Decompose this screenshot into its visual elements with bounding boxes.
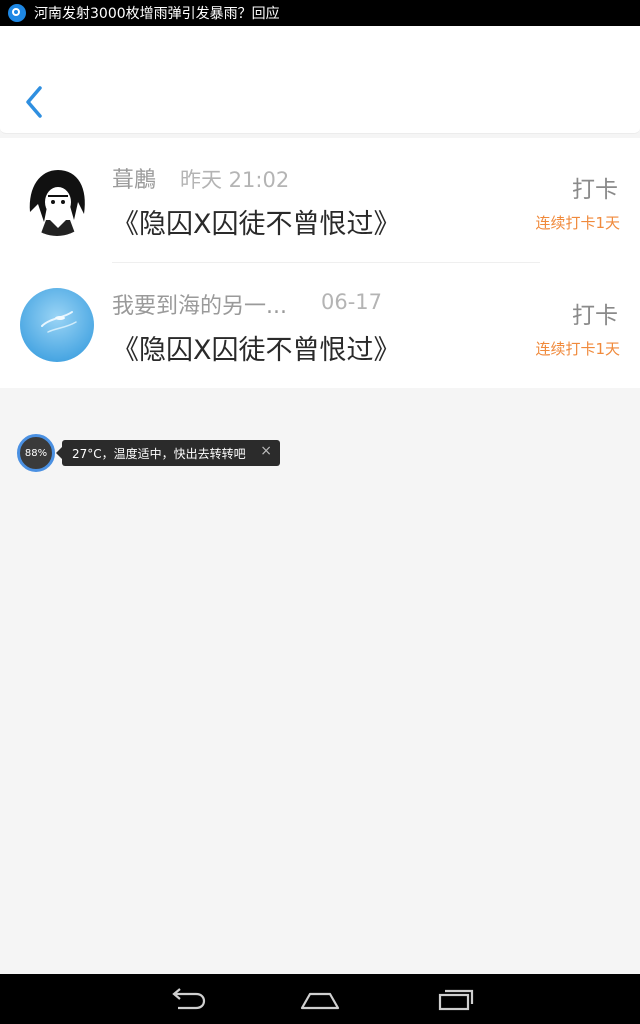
book-title[interactable]: 《隐囚X囚徒不曾恨过》 [112, 202, 401, 241]
user-name[interactable]: 我要到海的另一... [112, 288, 287, 320]
nav-back-button[interactable] [164, 984, 208, 1014]
weather-tip-text: 27°C，温度适中，快出去转转吧 [72, 446, 246, 461]
streak-text: 连续打卡1天 [535, 340, 620, 358]
post-time: 昨天 21:02 [180, 168, 290, 192]
user-name[interactable]: 葺鶶 [112, 162, 156, 194]
book-title[interactable]: 《隐囚X囚徒不曾恨过》 [112, 328, 401, 367]
avatar[interactable] [20, 288, 94, 362]
list-item[interactable]: 我要到海的另一... 06-17 《隐囚X囚徒不曾恨过》 打卡 连续打卡1天 [0, 264, 640, 388]
anime-girl-avatar [20, 162, 94, 236]
nav-home-button[interactable] [298, 984, 342, 1014]
battery-widget[interactable]: 88% [17, 434, 55, 472]
back-icon [172, 988, 206, 1010]
notification-text[interactable]: 河南发射3000枚增雨弹引发暴雨？回应 [34, 3, 280, 23]
home-icon [300, 992, 340, 1010]
recents-icon [438, 989, 474, 1011]
navigation-bar [0, 974, 640, 1024]
qq-browser-icon [8, 4, 26, 22]
chevron-left-icon [26, 86, 42, 118]
status-bar: 河南发射3000枚增雨弹引发暴雨？回应 [0, 0, 640, 26]
list-item[interactable]: 葺鶶 昨天 21:02 《隐囚X囚徒不曾恨过》 打卡 连续打卡1天 [0, 138, 640, 263]
back-button[interactable] [18, 80, 52, 124]
checkin-label[interactable]: 打卡 [572, 296, 618, 330]
checkin-label[interactable]: 打卡 [572, 170, 618, 204]
divider [112, 262, 540, 263]
header [0, 26, 640, 134]
nav-recents-button[interactable] [434, 984, 478, 1014]
checkin-list: 葺鶶 昨天 21:02 《隐囚X囚徒不曾恨过》 打卡 连续打卡1天 我要到海的另… [0, 138, 640, 388]
streak-text: 连续打卡1天 [535, 214, 620, 232]
avatar[interactable] [20, 162, 94, 236]
sky-avatar [20, 288, 94, 362]
weather-tip[interactable]: 27°C，温度适中，快出去转转吧 × [56, 440, 280, 466]
close-icon[interactable]: × [260, 443, 272, 459]
post-time: 06-17 [321, 290, 383, 314]
